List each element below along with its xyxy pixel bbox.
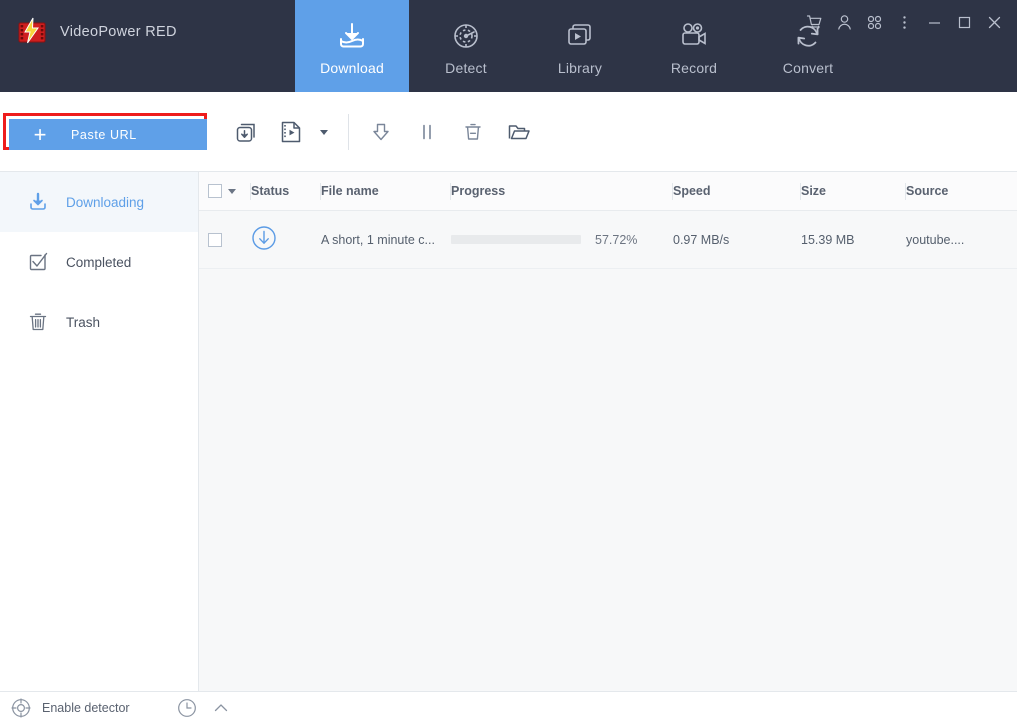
start-download-icon[interactable] (365, 110, 397, 154)
select-all-cell (199, 172, 251, 211)
user-icon[interactable] (829, 8, 859, 36)
row-size: 15.39 MB (801, 232, 855, 247)
download-tray-icon (335, 16, 369, 56)
row-file-name: A short, 1 minute c... (321, 232, 435, 247)
enable-detector-label: Enable detector (42, 700, 130, 715)
row-select-cell (199, 211, 251, 269)
column-header-size[interactable]: Size (801, 172, 906, 211)
sidebar-item-label: Downloading (66, 194, 145, 210)
nav-tab-label: Library (557, 60, 603, 76)
column-label: Speed (673, 184, 711, 198)
select-all-checkbox[interactable] (208, 184, 222, 198)
nav-tab-label: Download (320, 60, 384, 76)
library-play-icon (563, 16, 597, 56)
sidebar-item-label: Trash (66, 314, 101, 330)
detect-radar-icon (449, 16, 483, 56)
row-checkbox[interactable] (208, 232, 222, 247)
nav-tab-label: Detect (445, 60, 487, 76)
sidebar-item-label: Completed (66, 254, 132, 270)
app-title: VideoPower RED (60, 24, 177, 40)
clock-icon[interactable] (176, 697, 198, 719)
pause-download-icon[interactable] (411, 110, 443, 154)
nav-tab-library[interactable]: Library (523, 0, 637, 92)
column-header-file-name[interactable]: File name (321, 172, 451, 211)
window-controls (799, 8, 1009, 36)
column-label: Progress (451, 184, 506, 198)
minimize-icon[interactable] (919, 8, 949, 36)
row-progress-cell: 57.72% (451, 211, 673, 269)
trash-icon (26, 310, 50, 334)
sidebar: Downloading Completed Trash (0, 172, 199, 691)
completed-check-icon (26, 250, 50, 274)
column-label: Size (801, 184, 827, 198)
video-file-icon[interactable] (269, 110, 313, 154)
title-bar: VideoPower RED Download Detect Library R… (0, 0, 1017, 92)
chevron-up-icon[interactable] (210, 697, 232, 719)
nav-tab-label: Record (670, 60, 718, 76)
kebab-menu-icon[interactable] (889, 8, 919, 36)
downloading-icon (26, 190, 50, 214)
table-row[interactable]: A short, 1 minute c... 57.72% 0.97 MB/s … (199, 211, 1017, 269)
plus-icon: + (33, 121, 47, 147)
videopower-logo-icon (16, 16, 48, 48)
sidebar-item-downloading[interactable]: Downloading (0, 172, 198, 232)
nav-tab-download[interactable]: Download (295, 0, 409, 92)
toolbar-icon-group-actions (365, 92, 535, 172)
progress-bar (451, 235, 581, 244)
enable-detector-toggle[interactable]: Enable detector (10, 697, 130, 719)
open-folder-icon[interactable] (503, 110, 535, 154)
grid-command-icon[interactable] (859, 8, 889, 36)
sidebar-item-completed[interactable]: Completed (0, 232, 198, 292)
download-list-panel: Status File name Progress Speed Size Sou… (199, 172, 1017, 691)
status-bar: Enable detector (0, 691, 1017, 723)
toolbar-icon-group-primary (225, 92, 335, 172)
batch-download-icon[interactable] (225, 110, 269, 154)
close-icon[interactable] (979, 8, 1009, 36)
record-camera-icon (677, 16, 711, 56)
paste-url-label: Paste URL (71, 127, 137, 142)
column-header-speed[interactable]: Speed (673, 172, 801, 211)
download-circle-icon[interactable] (251, 225, 277, 254)
column-header-source[interactable]: Source (906, 172, 1006, 211)
toolbar: + Paste URL (0, 92, 1017, 172)
brand: VideoPower RED (0, 0, 295, 64)
app-window: VideoPower RED Download Detect Library R… (0, 0, 1017, 723)
maximize-icon[interactable] (949, 8, 979, 36)
delete-icon[interactable] (457, 110, 489, 154)
row-speed: 0.97 MB/s (673, 232, 730, 247)
column-label: Status (251, 184, 290, 198)
detector-target-icon (10, 697, 32, 719)
paste-url-highlight: + Paste URL (3, 113, 207, 150)
column-header-status[interactable]: Status (251, 172, 321, 211)
cart-icon[interactable] (799, 8, 829, 36)
select-all-dropdown-icon[interactable] (228, 188, 236, 194)
nav-tab-label: Convert (782, 60, 834, 76)
paste-url-button[interactable]: + Paste URL (9, 119, 207, 150)
main-nav: Download Detect Library Record Convert (295, 0, 865, 92)
column-label: Source (906, 184, 949, 198)
progress-percent-label: 57.72% (595, 232, 638, 247)
table-header: Status File name Progress Speed Size Sou… (199, 172, 1017, 211)
nav-tab-record[interactable]: Record (637, 0, 751, 92)
sidebar-item-trash[interactable]: Trash (0, 292, 198, 352)
row-status-cell (251, 211, 321, 269)
toolbar-divider (348, 114, 349, 150)
column-header-progress[interactable]: Progress (451, 172, 673, 211)
dropdown-caret-icon[interactable] (313, 110, 335, 154)
nav-tab-detect[interactable]: Detect (409, 0, 523, 92)
row-source: youtube.... (906, 232, 965, 247)
column-label: File name (321, 184, 379, 198)
